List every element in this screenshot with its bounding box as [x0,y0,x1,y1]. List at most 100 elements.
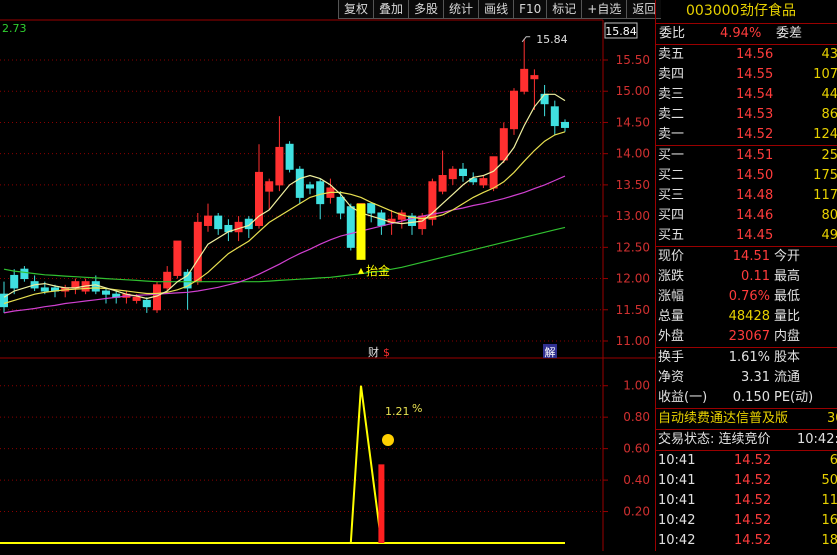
webi-label: 委比 [659,26,686,41]
indicator-tick-label: 0.20 [623,505,650,519]
trade-row: 10:41 14.52 50 [656,471,837,491]
bid-orders: 买一 14.51 25 买二 14.50 175 买三 14.48 117 买四 14.46 80 买五… [656,145,837,246]
peak-pointer [521,36,531,43]
ask-volume: 43 [821,47,837,62]
bid-row: 买一 14.51 25 [656,146,837,166]
indicator-tick-label: 0.40 [623,473,650,487]
candle [153,281,161,313]
bid-price: 14.46 [736,208,774,223]
trade-status-row: 交易状态: 连续竞价 10:42: [656,429,837,450]
stat-label: 涨幅 [658,289,685,304]
kline-chart-svg[interactable]: 15.50 15.00 14.50 14.00 13.50 13.00 12.50 12.00… [0,0,655,551]
stat-row: 涨跌 0.11 最高 [656,267,837,287]
toolbar-button-1[interactable]: 叠加 [373,0,409,19]
toolbar-button-2[interactable]: 多股 [408,0,444,19]
candle-body [20,268,29,280]
ticker-text[interactable]: 自动续费通达信普及版 [658,409,788,429]
stat-row: 现价 14.51 今开 [656,247,837,267]
candle [61,284,70,298]
stat2-value: 3.31 [741,370,770,385]
bid-row: 买五 14.45 49 [656,226,837,246]
ask-volume: 44 [821,87,837,102]
stat-row: 涨幅 0.76% 最低 [656,287,837,307]
indicator-line [349,385,383,544]
ma20-line [3,175,566,314]
toolbar-button-7[interactable]: +自选 [581,0,627,19]
candle-body [510,90,518,130]
candle [346,203,355,251]
trade-status-time: 10:42: [797,432,837,447]
price-tick-label: 13.50 [616,178,650,192]
candle [20,266,29,282]
candle-body [173,240,182,276]
stat-label-2: 量比 [774,309,801,324]
stat2-label-2: 流通 [774,370,801,385]
trade-volume: 11 [821,493,837,508]
candle [295,166,304,204]
bid-label: 买一 [658,148,685,163]
ask-price: 14.54 [736,87,774,102]
bid-price: 14.50 [736,168,774,183]
current-price-tag: 15.84 [605,25,637,38]
ask-label: 卖四 [658,67,685,82]
toolbar-button-5[interactable]: F10 [513,0,547,19]
trade-ticks[interactable]: 10:41 14.52 6 10:41 14.52 50 10:41 14.52 11 10:42… [656,450,837,551]
trade-price: 14.52 [734,453,772,468]
stat-label-2: 今开 [774,249,801,264]
stat-label-2: 内盘 [774,329,801,344]
ask-volume: 86 [821,107,837,122]
candle-body [316,181,325,205]
stock-name: 劲仔食品 [740,3,796,19]
bid-label: 买三 [658,188,685,203]
stock-header: 003000 劲仔食品 [656,0,837,23]
candle-body [214,215,223,230]
candle [428,178,437,226]
indicator-bar [378,464,385,543]
candle-body [346,206,355,248]
price-tick-label: 14.00 [616,147,650,161]
toolbar-button-6[interactable]: 标记 [546,0,582,19]
ask-orders: 卖五 14.56 43 卖四 14.55 107 卖三 14.54 44 卖二 14.53 86 卖一 1… [656,44,837,145]
candle [316,178,325,220]
candle-body [499,128,508,161]
ticker-row[interactable]: 自动续费通达信普及版 30 [656,408,837,429]
candle [30,275,39,292]
stat-value: 0.76% [728,289,770,304]
candle-body [520,68,529,92]
candle [224,219,233,242]
stat-value: 0.11 [741,269,770,284]
toolbar-button-3[interactable]: 统计 [443,0,479,19]
weicha-label: 委差 [776,26,803,41]
bid-price: 14.45 [736,228,774,243]
bid-price: 14.48 [736,188,774,203]
webi-row: 委比 4.94% 委差 [656,23,837,44]
trade-time: 10:41 [658,493,696,508]
indicator-tick-label: 0.80 [623,410,650,424]
candle [163,266,172,292]
stat2-value: 1.61% [728,350,770,365]
stat-label: 外盘 [658,329,685,344]
unlock-marker: 解 [545,345,556,359]
price-tick-label: 12.00 [616,272,650,286]
ask-label: 卖三 [658,87,685,102]
candle-body [275,146,284,186]
candle-body [204,215,212,226]
candle-body [459,168,467,177]
bid-row: 买四 14.46 80 [656,206,837,226]
stat2-row: 收益(一) 0.150 PE(动) [656,388,837,408]
candle-body [234,221,243,233]
stat2-row: 净资 3.31 流通 [656,368,837,388]
candle-body [479,178,488,186]
ask-volume: 124 [813,127,837,142]
kline-chart-area[interactable]: 15.50 15.00 14.50 14.00 13.50 13.00 12.50 12.00… [0,0,655,551]
toolbar-button-0[interactable]: 复权 [338,0,374,19]
price-tick-label: 11.00 [616,334,650,348]
stat-value: 48428 [728,309,770,324]
candle-body [448,168,457,180]
candle-body [255,171,263,226]
toolbar-button-4[interactable]: 画线 [478,0,514,19]
bid-volume: 80 [821,208,837,223]
stock-code: 003000 [686,3,740,19]
stat2-label: 净资 [658,370,685,385]
candle-body [40,287,49,292]
